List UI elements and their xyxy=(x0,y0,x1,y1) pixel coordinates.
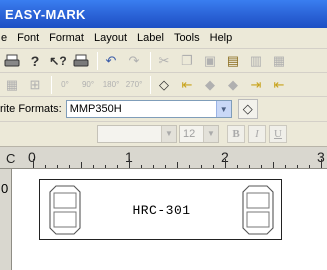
rotate-180-icon[interactable]: 180° xyxy=(101,75,121,95)
help-icon[interactable]: ? xyxy=(25,51,45,71)
ruler-tick xyxy=(249,165,250,168)
ruler-tick xyxy=(273,162,274,168)
ruler-tick xyxy=(105,165,106,168)
menu-tools[interactable]: Tools xyxy=(169,28,205,49)
menu-layout[interactable]: Layout xyxy=(89,28,132,49)
ruler-tick xyxy=(93,165,94,168)
ruler-tick xyxy=(69,165,70,168)
ruler-tick xyxy=(189,165,190,168)
table-icon[interactable]: ⊞ xyxy=(25,75,45,95)
font-toolbar: ▼ 12 ▼ B I U xyxy=(0,122,327,147)
ruler-tick xyxy=(57,165,58,168)
prev-label-icon[interactable]: ◆ xyxy=(200,75,220,95)
menu-bar: e Font Format Layout Label Tools Help xyxy=(0,28,327,49)
redo-icon[interactable]: ↷ xyxy=(124,51,144,71)
ruler-tick xyxy=(177,162,178,168)
ruler-tick xyxy=(225,159,226,168)
undo-icon[interactable]: ↶ xyxy=(101,51,121,71)
copy-icon[interactable]: ❐ xyxy=(177,51,197,71)
format-eraser-icon[interactable]: ◇ xyxy=(237,99,258,119)
ruler-tick xyxy=(165,165,166,168)
formats-value: MMP350H xyxy=(69,103,122,115)
font-name-dropdown[interactable]: ▼ xyxy=(97,125,177,143)
ruler-tick xyxy=(201,165,202,168)
formats-label: rite Formats: xyxy=(0,103,62,115)
ruler-tick xyxy=(237,165,238,168)
ruler-tick xyxy=(321,159,322,168)
ruler-corner: C xyxy=(6,151,16,166)
toolbar-separator xyxy=(97,51,98,70)
ruler-tick xyxy=(81,162,82,168)
vruler-label-0: 0 xyxy=(1,181,9,196)
toolbar-separator xyxy=(150,75,151,94)
rotate-270-icon[interactable]: 270° xyxy=(124,75,144,95)
formats-bar: rite Formats: MMP350H ▼ ◇ xyxy=(0,97,327,122)
ruler-tick xyxy=(129,159,130,168)
formats-dropdown[interactable]: MMP350H ▼ xyxy=(65,100,232,118)
font-size-dropdown[interactable]: 12 ▼ xyxy=(179,125,219,143)
layout-toolbar: ▦ ⊞ 0° 90° 180° 270° ◇ ⇤ ◆ ◆ ⇥ ⇤ xyxy=(0,73,327,97)
ruler-label-0: 0 xyxy=(28,149,36,165)
title-bar: EASY-MARK xyxy=(0,0,327,28)
ruler-tick xyxy=(45,165,46,168)
underline-button[interactable]: U xyxy=(269,125,287,143)
rotate-90-icon[interactable]: 90° xyxy=(78,75,98,95)
menu-help[interactable]: Help xyxy=(205,28,238,49)
ruler-tick xyxy=(117,165,118,168)
eraser-icon[interactable]: ◇ xyxy=(154,75,174,95)
first-label-icon[interactable]: ⇤ xyxy=(177,75,197,95)
print-icon[interactable] xyxy=(2,51,22,71)
menu-file[interactable]: e xyxy=(1,28,12,49)
font-size-value: 12 xyxy=(183,128,196,140)
rotate-0-icon[interactable]: 0° xyxy=(55,75,75,95)
paste-icon[interactable]: ▣ xyxy=(200,51,220,71)
page-setup2-icon[interactable]: ▦ xyxy=(269,51,289,71)
italic-button[interactable]: I xyxy=(248,125,266,143)
standard-toolbar: ? ↖? ↶ ↷ ✂ ❐ ▣ ▤ ▥ ▦ xyxy=(0,49,327,73)
menu-font[interactable]: Font xyxy=(12,28,44,49)
app-title: EASY-MARK xyxy=(5,7,86,22)
ruler-tick xyxy=(141,165,142,168)
ruler-tick xyxy=(309,165,310,168)
chevron-down-icon[interactable]: ▼ xyxy=(215,101,231,117)
ruler-tick xyxy=(261,165,262,168)
context-help-icon[interactable]: ↖? xyxy=(48,51,68,71)
goto-label-icon[interactable]: ⇤ xyxy=(269,75,289,95)
ruler-tick xyxy=(285,165,286,168)
page-setup-icon[interactable]: ▤ xyxy=(223,51,243,71)
horizontal-ruler: C 0 1 2 3 xyxy=(0,147,327,169)
label-preview[interactable]: HRC-301 xyxy=(39,179,282,240)
toolbar-separator xyxy=(150,51,151,70)
next-label-icon[interactable]: ◆ xyxy=(223,75,243,95)
insert-page-icon[interactable]: ▥ xyxy=(246,51,266,71)
ruler-tick xyxy=(33,159,34,168)
menu-format[interactable]: Format xyxy=(44,28,89,49)
menu-label[interactable]: Label xyxy=(132,28,169,49)
grid-icon[interactable]: ▦ xyxy=(2,75,22,95)
toolbar-separator xyxy=(51,75,52,94)
ruler-tick xyxy=(153,165,154,168)
ruler-tick xyxy=(213,165,214,168)
chevron-down-icon[interactable]: ▼ xyxy=(161,126,176,142)
bold-button[interactable]: B xyxy=(227,125,245,143)
ruler-tick xyxy=(297,165,298,168)
cut-icon[interactable]: ✂ xyxy=(154,51,174,71)
print-preview-icon[interactable] xyxy=(71,51,91,71)
right-barrel-outline xyxy=(242,185,274,235)
last-label-icon[interactable]: ⇥ xyxy=(246,75,266,95)
vertical-ruler: 0 xyxy=(0,169,12,270)
chevron-down-icon[interactable]: ▼ xyxy=(203,126,218,142)
